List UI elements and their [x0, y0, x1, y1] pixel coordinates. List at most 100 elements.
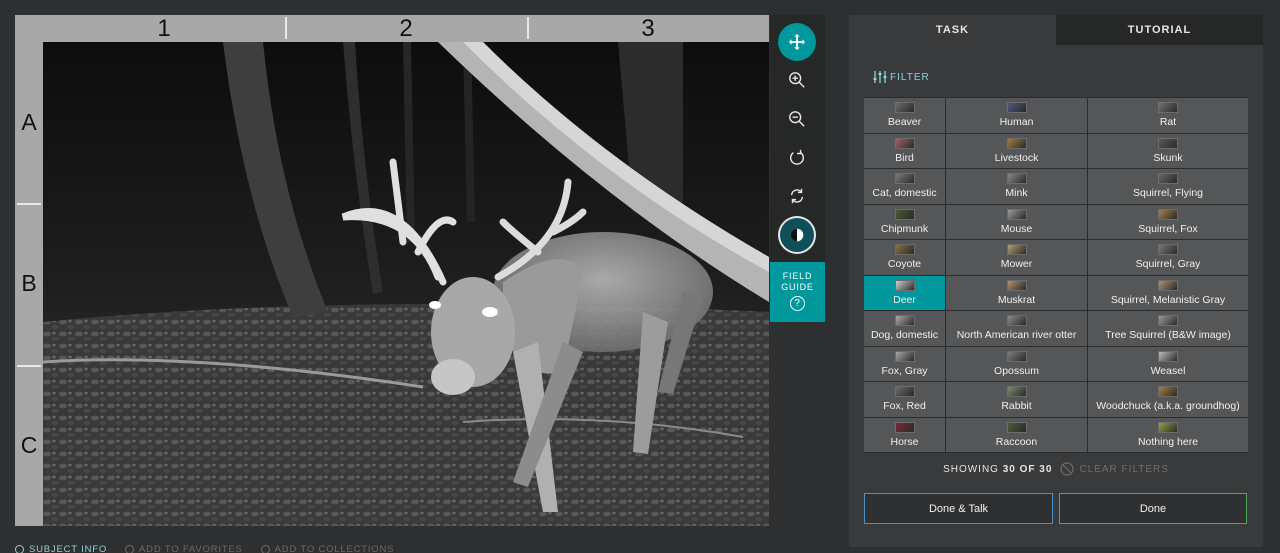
species-choice[interactable]: Opossum	[946, 346, 1087, 381]
add-collections-label: ADD TO COLLECTIONS	[274, 544, 395, 553]
species-thumbnail	[1006, 315, 1027, 327]
species-choice[interactable]: Dog, domestic	[864, 311, 945, 346]
species-choice[interactable]: Squirrel, Gray	[1088, 240, 1248, 275]
species-label: Fox, Gray	[881, 364, 928, 377]
species-label: North American river otter	[956, 329, 1077, 342]
species-label: Cat, domestic	[872, 187, 937, 200]
species-label: Bird	[895, 151, 914, 164]
subject-info-label: SUBJECT INFO	[29, 544, 108, 553]
heart-icon	[125, 545, 135, 553]
column-label: 1	[157, 14, 171, 42]
species-choice[interactable]: Squirrel, Flying	[1088, 169, 1248, 204]
filter-button[interactable]: FILTER	[873, 70, 930, 84]
species-label: Tree Squirrel (B&W image)	[1105, 329, 1231, 342]
species-label: Rabbit	[1001, 400, 1032, 413]
species-choice[interactable]: Bird	[864, 133, 945, 168]
move-button[interactable]	[778, 23, 816, 61]
species-choice[interactable]: Fox, Red	[864, 382, 945, 417]
species-choice[interactable]: Tree Squirrel (B&W image)	[1088, 311, 1248, 346]
species-choice[interactable]: Squirrel, Fox	[1088, 204, 1248, 239]
species-thumbnail	[894, 244, 915, 256]
species-thumbnail	[1158, 350, 1178, 362]
species-choice[interactable]: Chipmunk	[864, 204, 945, 239]
species-choice[interactable]: Beaver	[864, 98, 945, 133]
species-label: Human	[999, 116, 1034, 129]
showing-status: SHOWING 30 OF 30 CLEAR FILTERS	[849, 462, 1263, 476]
species-grid: Beaver Human Rat Bird Livestock Skunk Cat, dom…	[864, 97, 1248, 453]
species-thumbnail	[1006, 350, 1027, 362]
field-guide-label: FIELD	[782, 271, 813, 281]
field-guide-button[interactable]: FIELD GUIDE ?	[770, 262, 825, 322]
column-ruler: 1 2 3	[43, 15, 769, 42]
species-choice[interactable]: Cat, domestic	[864, 169, 945, 204]
species-thumbnail	[1158, 315, 1178, 327]
prohibited-icon	[1060, 462, 1075, 476]
species-choice[interactable]: Mink	[946, 169, 1087, 204]
species-thumbnail	[894, 102, 915, 114]
species-thumbnail	[894, 350, 915, 362]
row-ruler: A B C	[15, 42, 43, 526]
subject-viewer: 1 2 3 A B C	[15, 15, 769, 526]
done-talk-button[interactable]: Done & Talk	[864, 493, 1053, 524]
clear-filters-button[interactable]: CLEAR FILTERS	[1060, 462, 1169, 476]
subject-footer: SUBJECT INFO ADD TO FAVORITES ADD TO COL…	[15, 544, 412, 553]
showing-prefix: SHOWING	[943, 463, 999, 475]
species-choice[interactable]: Raccoon	[946, 417, 1087, 452]
species-choice[interactable]: Livestock	[946, 133, 1087, 168]
clear-filters-label: CLEAR FILTERS	[1079, 463, 1169, 475]
species-choice[interactable]: Deer	[864, 275, 945, 310]
species-choice[interactable]: Squirrel, Melanistic Gray	[1088, 275, 1248, 310]
rotate-button[interactable]	[778, 139, 816, 177]
rotate-icon	[789, 149, 805, 165]
done-button[interactable]: Done	[1059, 493, 1247, 524]
species-label: Mouse	[1000, 222, 1033, 235]
species-choice[interactable]: Human	[946, 98, 1087, 133]
row-label: C	[15, 364, 43, 526]
species-choice[interactable]: Rabbit	[946, 382, 1087, 417]
species-label: Mink	[1005, 187, 1028, 200]
species-thumbnail	[1006, 279, 1027, 291]
reset-button[interactable]	[778, 177, 816, 215]
column-label: 2	[285, 15, 527, 42]
species-thumbnail	[1158, 208, 1178, 220]
showing-count: 30 OF 30	[1002, 463, 1053, 475]
species-label: Weasel	[1150, 364, 1186, 377]
species-choice[interactable]: Coyote	[864, 240, 945, 275]
zoom-in-button[interactable]	[778, 61, 816, 99]
invert-button[interactable]	[778, 216, 816, 254]
species-thumbnail	[1158, 137, 1178, 149]
species-label: Dog, domestic	[870, 329, 939, 342]
species-choice[interactable]: Nothing here	[1088, 417, 1248, 452]
subject-info-link[interactable]: SUBJECT INFO	[15, 544, 107, 553]
species-label: Deer	[893, 293, 916, 306]
tab-tutorial[interactable]: TUTORIAL	[1056, 15, 1263, 45]
species-choice[interactable]: Fox, Gray	[864, 346, 945, 381]
species-choice[interactable]: Muskrat	[946, 275, 1087, 310]
invert-icon	[790, 228, 804, 242]
species-choice[interactable]: Skunk	[1088, 133, 1248, 168]
species-choice[interactable]: Mower	[946, 240, 1087, 275]
row-label: A	[21, 109, 37, 136]
list-icon	[260, 545, 270, 553]
field-guide-label: GUIDE	[781, 282, 814, 292]
species-thumbnail	[1158, 386, 1178, 398]
species-choice[interactable]: Weasel	[1088, 346, 1248, 381]
tab-task[interactable]: TASK	[849, 15, 1056, 45]
species-choice[interactable]: Woodchuck (a.k.a. groundhog)	[1088, 382, 1248, 417]
add-favorites-link[interactable]: ADD TO FAVORITES	[125, 544, 243, 553]
move-icon	[788, 33, 806, 51]
species-choice[interactable]: Mouse	[946, 204, 1087, 239]
species-choice[interactable]: North American river otter	[946, 311, 1087, 346]
species-thumbnail	[1006, 244, 1027, 256]
camera-trap-image[interactable]	[43, 42, 769, 526]
filter-label: FILTER	[890, 71, 930, 83]
viewer-toolbar: FIELD GUIDE ?	[770, 15, 825, 322]
species-thumbnail	[1006, 102, 1027, 114]
zoom-out-button[interactable]	[778, 100, 816, 138]
species-choice[interactable]: Horse	[864, 417, 945, 452]
zoom-in-icon	[789, 72, 805, 88]
species-thumbnail	[1158, 102, 1178, 114]
add-collections-link[interactable]: ADD TO COLLECTIONS	[260, 544, 395, 553]
species-label: Squirrel, Melanistic Gray	[1110, 293, 1226, 306]
species-choice[interactable]: Rat	[1088, 98, 1248, 133]
